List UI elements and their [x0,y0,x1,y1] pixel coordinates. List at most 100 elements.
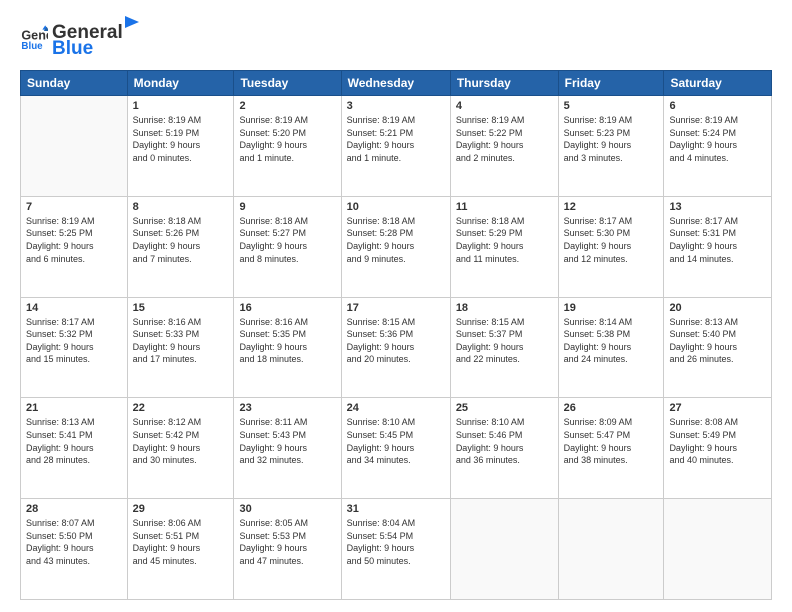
day-info: Sunrise: 8:14 AMSunset: 5:38 PMDaylight:… [564,316,659,366]
day-info: Sunrise: 8:17 AMSunset: 5:31 PMDaylight:… [669,215,766,265]
calendar-cell: 26 Sunrise: 8:09 AMSunset: 5:47 PMDayligh… [558,398,664,499]
calendar-cell: 4 Sunrise: 8:19 AMSunset: 5:22 PMDaylight… [450,96,558,197]
day-info: Sunrise: 8:18 AMSunset: 5:27 PMDaylight:… [239,215,335,265]
calendar-cell: 13Sunrise: 8:17 AMSunset: 5:31 PMDayligh… [664,196,772,297]
day-info: Sunrise: 8:18 AMSunset: 5:29 PMDaylight:… [456,215,553,265]
calendar-cell [21,96,128,197]
svg-text:General: General [21,28,48,42]
day-number: 31 [347,503,445,515]
day-info: Sunrise: 8:17 AMSunset: 5:32 PMDaylight:… [26,316,122,366]
day-info: Sunrise: 8:05 AMSunset: 5:53 PMDaylight:… [239,517,335,567]
calendar-cell: 6 Sunrise: 8:19 AMSunset: 5:24 PMDaylight… [664,96,772,197]
calendar-cell: 15Sunrise: 8:16 AMSunset: 5:33 PMDayligh… [127,297,234,398]
day-number: 5 [564,100,659,112]
day-info: Sunrise: 8:10 AMSunset: 5:46 PMDaylight:… [456,416,553,466]
calendar-cell: 23 Sunrise: 8:11 AMSunset: 5:43 PMDayligh… [234,398,341,499]
calendar-cell: 20Sunrise: 8:13 AMSunset: 5:40 PMDayligh… [664,297,772,398]
day-info: Sunrise: 8:07 AMSunset: 5:50 PMDaylight:… [26,517,122,567]
calendar-cell: 27 Sunrise: 8:08 AMSunset: 5:49 PMDayligh… [664,398,772,499]
day-info: Sunrise: 8:12 AMSunset: 5:42 PMDaylight:… [133,416,229,466]
logo-flag [123,16,141,38]
day-number: 26 [564,402,659,414]
day-info: Sunrise: 8:11 AMSunset: 5:43 PMDaylight:… [239,416,335,466]
day-header-sunday: Sunday [21,71,128,96]
week-row-4: 28 Sunrise: 8:07 AMSunset: 5:50 PMDayligh… [21,499,772,600]
day-info: Sunrise: 8:15 AMSunset: 5:36 PMDaylight:… [347,316,445,366]
logo-wordmark: General Blue [52,16,141,60]
svg-text:Blue: Blue [21,41,43,52]
day-number: 24 [347,402,445,414]
day-info: Sunrise: 8:19 AMSunset: 5:22 PMDaylight:… [456,114,553,164]
day-number: 10 [347,201,445,213]
calendar-cell: 24 Sunrise: 8:10 AMSunset: 5:45 PMDayligh… [341,398,450,499]
logo: General Blue General Blue [20,16,141,60]
calendar-cell: 17 Sunrise: 8:15 AMSunset: 5:36 PMDayligh… [341,297,450,398]
day-header-monday: Monday [127,71,234,96]
header: General Blue General Blue [20,16,772,60]
calendar-cell: 2 Sunrise: 8:19 AMSunset: 5:20 PMDaylight… [234,96,341,197]
calendar-cell: 22Sunrise: 8:12 AMSunset: 5:42 PMDayligh… [127,398,234,499]
calendar-cell: 28 Sunrise: 8:07 AMSunset: 5:50 PMDayligh… [21,499,128,600]
day-header-thursday: Thursday [450,71,558,96]
calendar-cell [450,499,558,600]
day-info: Sunrise: 8:09 AMSunset: 5:47 PMDaylight:… [564,416,659,466]
calendar-cell: 5 Sunrise: 8:19 AMSunset: 5:23 PMDaylight… [558,96,664,197]
day-info: Sunrise: 8:13 AMSunset: 5:41 PMDaylight:… [26,416,122,466]
day-number: 16 [239,302,335,314]
calendar-cell: 29 Sunrise: 8:06 AMSunset: 5:51 PMDayligh… [127,499,234,600]
day-info: Sunrise: 8:04 AMSunset: 5:54 PMDaylight:… [347,517,445,567]
day-header-saturday: Saturday [664,71,772,96]
day-info: Sunrise: 8:08 AMSunset: 5:49 PMDaylight:… [669,416,766,466]
calendar-cell: 25 Sunrise: 8:10 AMSunset: 5:46 PMDayligh… [450,398,558,499]
week-row-1: 7Sunrise: 8:19 AMSunset: 5:25 PMDaylight… [21,196,772,297]
day-number: 17 [347,302,445,314]
week-row-3: 21 Sunrise: 8:13 AMSunset: 5:41 PMDayligh… [21,398,772,499]
calendar-cell: 31 Sunrise: 8:04 AMSunset: 5:54 PMDayligh… [341,499,450,600]
day-info: Sunrise: 8:16 AMSunset: 5:35 PMDaylight:… [239,316,335,366]
calendar-table: SundayMondayTuesdayWednesdayThursdayFrid… [20,70,772,600]
day-number: 9 [239,201,335,213]
day-info: Sunrise: 8:19 AMSunset: 5:19 PMDaylight:… [133,114,229,164]
calendar-cell: 30Sunrise: 8:05 AMSunset: 5:53 PMDayligh… [234,499,341,600]
day-info: Sunrise: 8:19 AMSunset: 5:24 PMDaylight:… [669,114,766,164]
day-number: 8 [133,201,229,213]
calendar-cell: 12 Sunrise: 8:17 AMSunset: 5:30 PMDayligh… [558,196,664,297]
day-info: Sunrise: 8:18 AMSunset: 5:28 PMDaylight:… [347,215,445,265]
day-number: 2 [239,100,335,112]
day-info: Sunrise: 8:19 AMSunset: 5:20 PMDaylight:… [239,114,335,164]
calendar-cell: 19 Sunrise: 8:14 AMSunset: 5:38 PMDayligh… [558,297,664,398]
day-number: 25 [456,402,553,414]
day-info: Sunrise: 8:16 AMSunset: 5:33 PMDaylight:… [133,316,229,366]
day-info: Sunrise: 8:10 AMSunset: 5:45 PMDaylight:… [347,416,445,466]
day-header-wednesday: Wednesday [341,71,450,96]
day-info: Sunrise: 8:19 AMSunset: 5:23 PMDaylight:… [564,114,659,164]
calendar-cell: 1 Sunrise: 8:19 AMSunset: 5:19 PMDaylight… [127,96,234,197]
day-info: Sunrise: 8:17 AMSunset: 5:30 PMDaylight:… [564,215,659,265]
calendar-cell: 21 Sunrise: 8:13 AMSunset: 5:41 PMDayligh… [21,398,128,499]
day-header-tuesday: Tuesday [234,71,341,96]
day-info: Sunrise: 8:19 AMSunset: 5:25 PMDaylight:… [26,215,122,265]
day-number: 18 [456,302,553,314]
day-number: 21 [26,402,122,414]
day-number: 11 [456,201,553,213]
day-number: 6 [669,100,766,112]
week-row-2: 14Sunrise: 8:17 AMSunset: 5:32 PMDayligh… [21,297,772,398]
calendar-cell: 7Sunrise: 8:19 AMSunset: 5:25 PMDaylight… [21,196,128,297]
day-number: 4 [456,100,553,112]
day-number: 28 [26,503,122,515]
calendar-cell: 9 Sunrise: 8:18 AMSunset: 5:27 PMDaylight… [234,196,341,297]
calendar-cell: 18Sunrise: 8:15 AMSunset: 5:37 PMDayligh… [450,297,558,398]
calendar-cell: 3Sunrise: 8:19 AMSunset: 5:21 PMDaylight… [341,96,450,197]
day-info: Sunrise: 8:18 AMSunset: 5:26 PMDaylight:… [133,215,229,265]
calendar-cell: 11 Sunrise: 8:18 AMSunset: 5:29 PMDayligh… [450,196,558,297]
day-number: 1 [133,100,229,112]
calendar-cell: 8 Sunrise: 8:18 AMSunset: 5:26 PMDaylight… [127,196,234,297]
day-number: 12 [564,201,659,213]
day-number: 23 [239,402,335,414]
day-number: 29 [133,503,229,515]
days-header-row: SundayMondayTuesdayWednesdayThursdayFrid… [21,71,772,96]
day-number: 19 [564,302,659,314]
day-number: 3 [347,100,445,112]
day-number: 27 [669,402,766,414]
day-info: Sunrise: 8:06 AMSunset: 5:51 PMDaylight:… [133,517,229,567]
